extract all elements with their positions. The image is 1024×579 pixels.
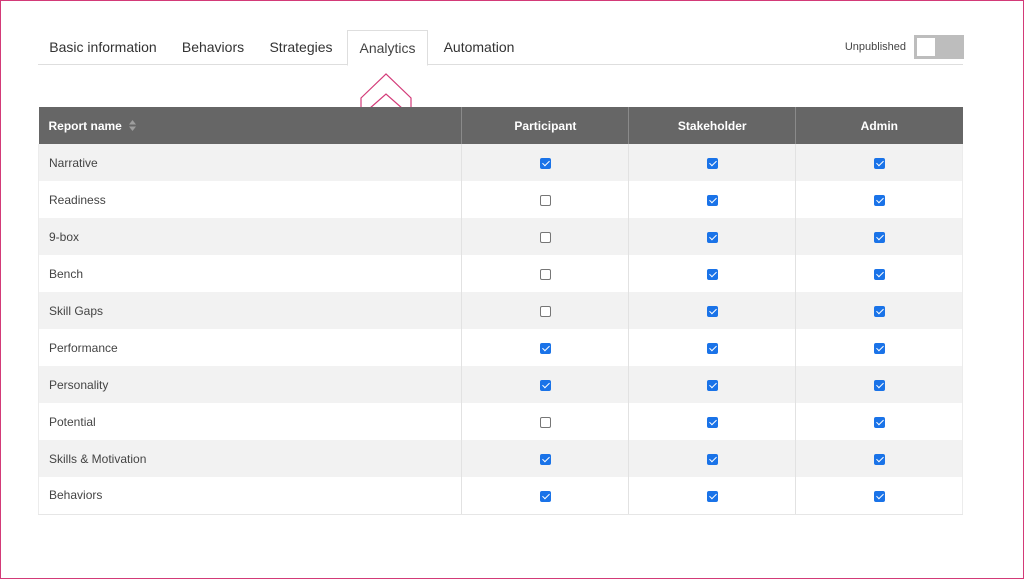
table-row: Personality — [37, 366, 963, 403]
table-row: Skills & Motivation — [37, 440, 963, 477]
admin-checkbox[interactable] — [873, 305, 885, 317]
participant-cell — [461, 477, 629, 515]
table-row: Narrative — [37, 144, 963, 181]
column-header-participant: Participant — [461, 107, 629, 144]
participant-checkbox[interactable] — [539, 231, 551, 243]
participant-checkbox[interactable] — [539, 416, 551, 428]
admin-checkbox[interactable] — [873, 157, 885, 169]
stakeholder-checkbox[interactable] — [706, 453, 718, 465]
participant-checkbox[interactable] — [539, 268, 551, 280]
admin-checkbox[interactable] — [873, 416, 885, 428]
report-name-cell: 9-box — [37, 218, 462, 255]
participant-cell — [461, 329, 629, 366]
admin-cell — [795, 329, 963, 366]
stakeholder-checkbox[interactable] — [706, 305, 718, 317]
report-name-cell: Bench — [37, 255, 462, 292]
admin-checkbox[interactable] — [873, 453, 885, 465]
participant-checkbox[interactable] — [539, 453, 551, 465]
table-row: Bench — [37, 255, 963, 292]
column-header-stakeholder: Stakeholder — [628, 107, 796, 144]
stakeholder-cell — [628, 181, 796, 218]
report-name-cell: Behaviors — [37, 477, 462, 515]
participant-checkbox[interactable] — [539, 157, 551, 169]
table-body: Narrative Readiness 9-box Bench Skill Gaps Pe… — [37, 144, 963, 515]
participant-cell — [461, 403, 629, 440]
publish-status-label: Unpublished — [844, 41, 906, 53]
stakeholder-cell — [628, 440, 796, 477]
stakeholder-checkbox[interactable] — [706, 157, 718, 169]
stakeholder-checkbox[interactable] — [706, 268, 718, 280]
participant-checkbox[interactable] — [539, 379, 551, 391]
admin-checkbox[interactable] — [873, 268, 885, 280]
stakeholder-cell — [628, 477, 796, 515]
report-name-cell: Skills & Motivation — [37, 440, 462, 477]
report-name-cell: Performance — [37, 329, 462, 366]
stakeholder-cell — [628, 366, 796, 403]
sort-icon[interactable] — [129, 119, 137, 131]
participant-cell — [461, 440, 629, 477]
table-row: Readiness — [37, 181, 963, 218]
participant-checkbox[interactable] — [539, 194, 551, 206]
stakeholder-cell — [628, 329, 796, 366]
stakeholder-cell — [628, 218, 796, 255]
participant-cell — [461, 181, 629, 218]
admin-cell — [795, 181, 963, 218]
participant-checkbox[interactable] — [539, 305, 551, 317]
admin-checkbox[interactable] — [873, 194, 885, 206]
report-name-cell: Personality — [37, 366, 462, 403]
stakeholder-checkbox[interactable] — [706, 231, 718, 243]
participant-checkbox[interactable] — [539, 342, 551, 354]
tab-strategies[interactable]: Strategies — [260, 30, 342, 65]
table-row: 9-box — [37, 218, 963, 255]
admin-checkbox[interactable] — [873, 379, 885, 391]
tab-bar: Basic information Behaviors Strategies A… — [38, 30, 963, 66]
participant-cell — [461, 255, 629, 292]
report-name-cell: Skill Gaps — [37, 292, 462, 329]
column-header-admin: Admin — [795, 107, 963, 144]
admin-cell — [795, 477, 963, 515]
report-name-cell: Narrative — [37, 144, 462, 181]
admin-checkbox[interactable] — [873, 342, 885, 354]
admin-cell — [795, 255, 963, 292]
table-row: Potential — [37, 403, 963, 440]
participant-cell — [461, 144, 629, 181]
table-row: Behaviors — [37, 477, 963, 515]
admin-cell — [795, 403, 963, 440]
participant-cell — [461, 292, 629, 329]
table-row: Performance — [37, 329, 963, 366]
admin-cell — [795, 292, 963, 329]
analytics-report-table: Report name Participant Stakeholder Admi… — [37, 107, 963, 515]
admin-cell — [795, 144, 963, 181]
tab-analytics[interactable]: Analytics — [347, 30, 428, 66]
stakeholder-cell — [628, 292, 796, 329]
toggle-knob — [917, 38, 935, 56]
table-header-row: Report name Participant Stakeholder Admi… — [38, 107, 963, 144]
column-header-report-name[interactable]: Report name — [38, 107, 462, 144]
stakeholder-checkbox[interactable] — [706, 490, 718, 502]
table-row: Skill Gaps — [37, 292, 963, 329]
stakeholder-checkbox[interactable] — [706, 342, 718, 354]
admin-checkbox[interactable] — [873, 490, 885, 502]
tab-basic-information[interactable]: Basic information — [38, 30, 168, 65]
tab-automation[interactable]: Automation — [434, 30, 524, 65]
admin-checkbox[interactable] — [873, 231, 885, 243]
publish-toggle[interactable] — [914, 35, 964, 59]
participant-cell — [461, 218, 629, 255]
publish-control: Unpublished — [845, 35, 964, 59]
column-header-label: Report name — [48, 118, 122, 133]
stakeholder-cell — [628, 144, 796, 181]
stakeholder-cell — [628, 403, 796, 440]
participant-cell — [461, 366, 629, 403]
admin-cell — [795, 218, 963, 255]
participant-checkbox[interactable] — [539, 490, 551, 502]
report-name-cell: Potential — [37, 403, 462, 440]
admin-cell — [795, 366, 963, 403]
admin-cell — [795, 440, 963, 477]
stakeholder-checkbox[interactable] — [706, 416, 718, 428]
stakeholder-checkbox[interactable] — [706, 194, 718, 206]
report-name-cell: Readiness — [37, 181, 462, 218]
stakeholder-cell — [628, 255, 796, 292]
stakeholder-checkbox[interactable] — [706, 379, 718, 391]
tab-behaviors[interactable]: Behaviors — [172, 30, 254, 65]
